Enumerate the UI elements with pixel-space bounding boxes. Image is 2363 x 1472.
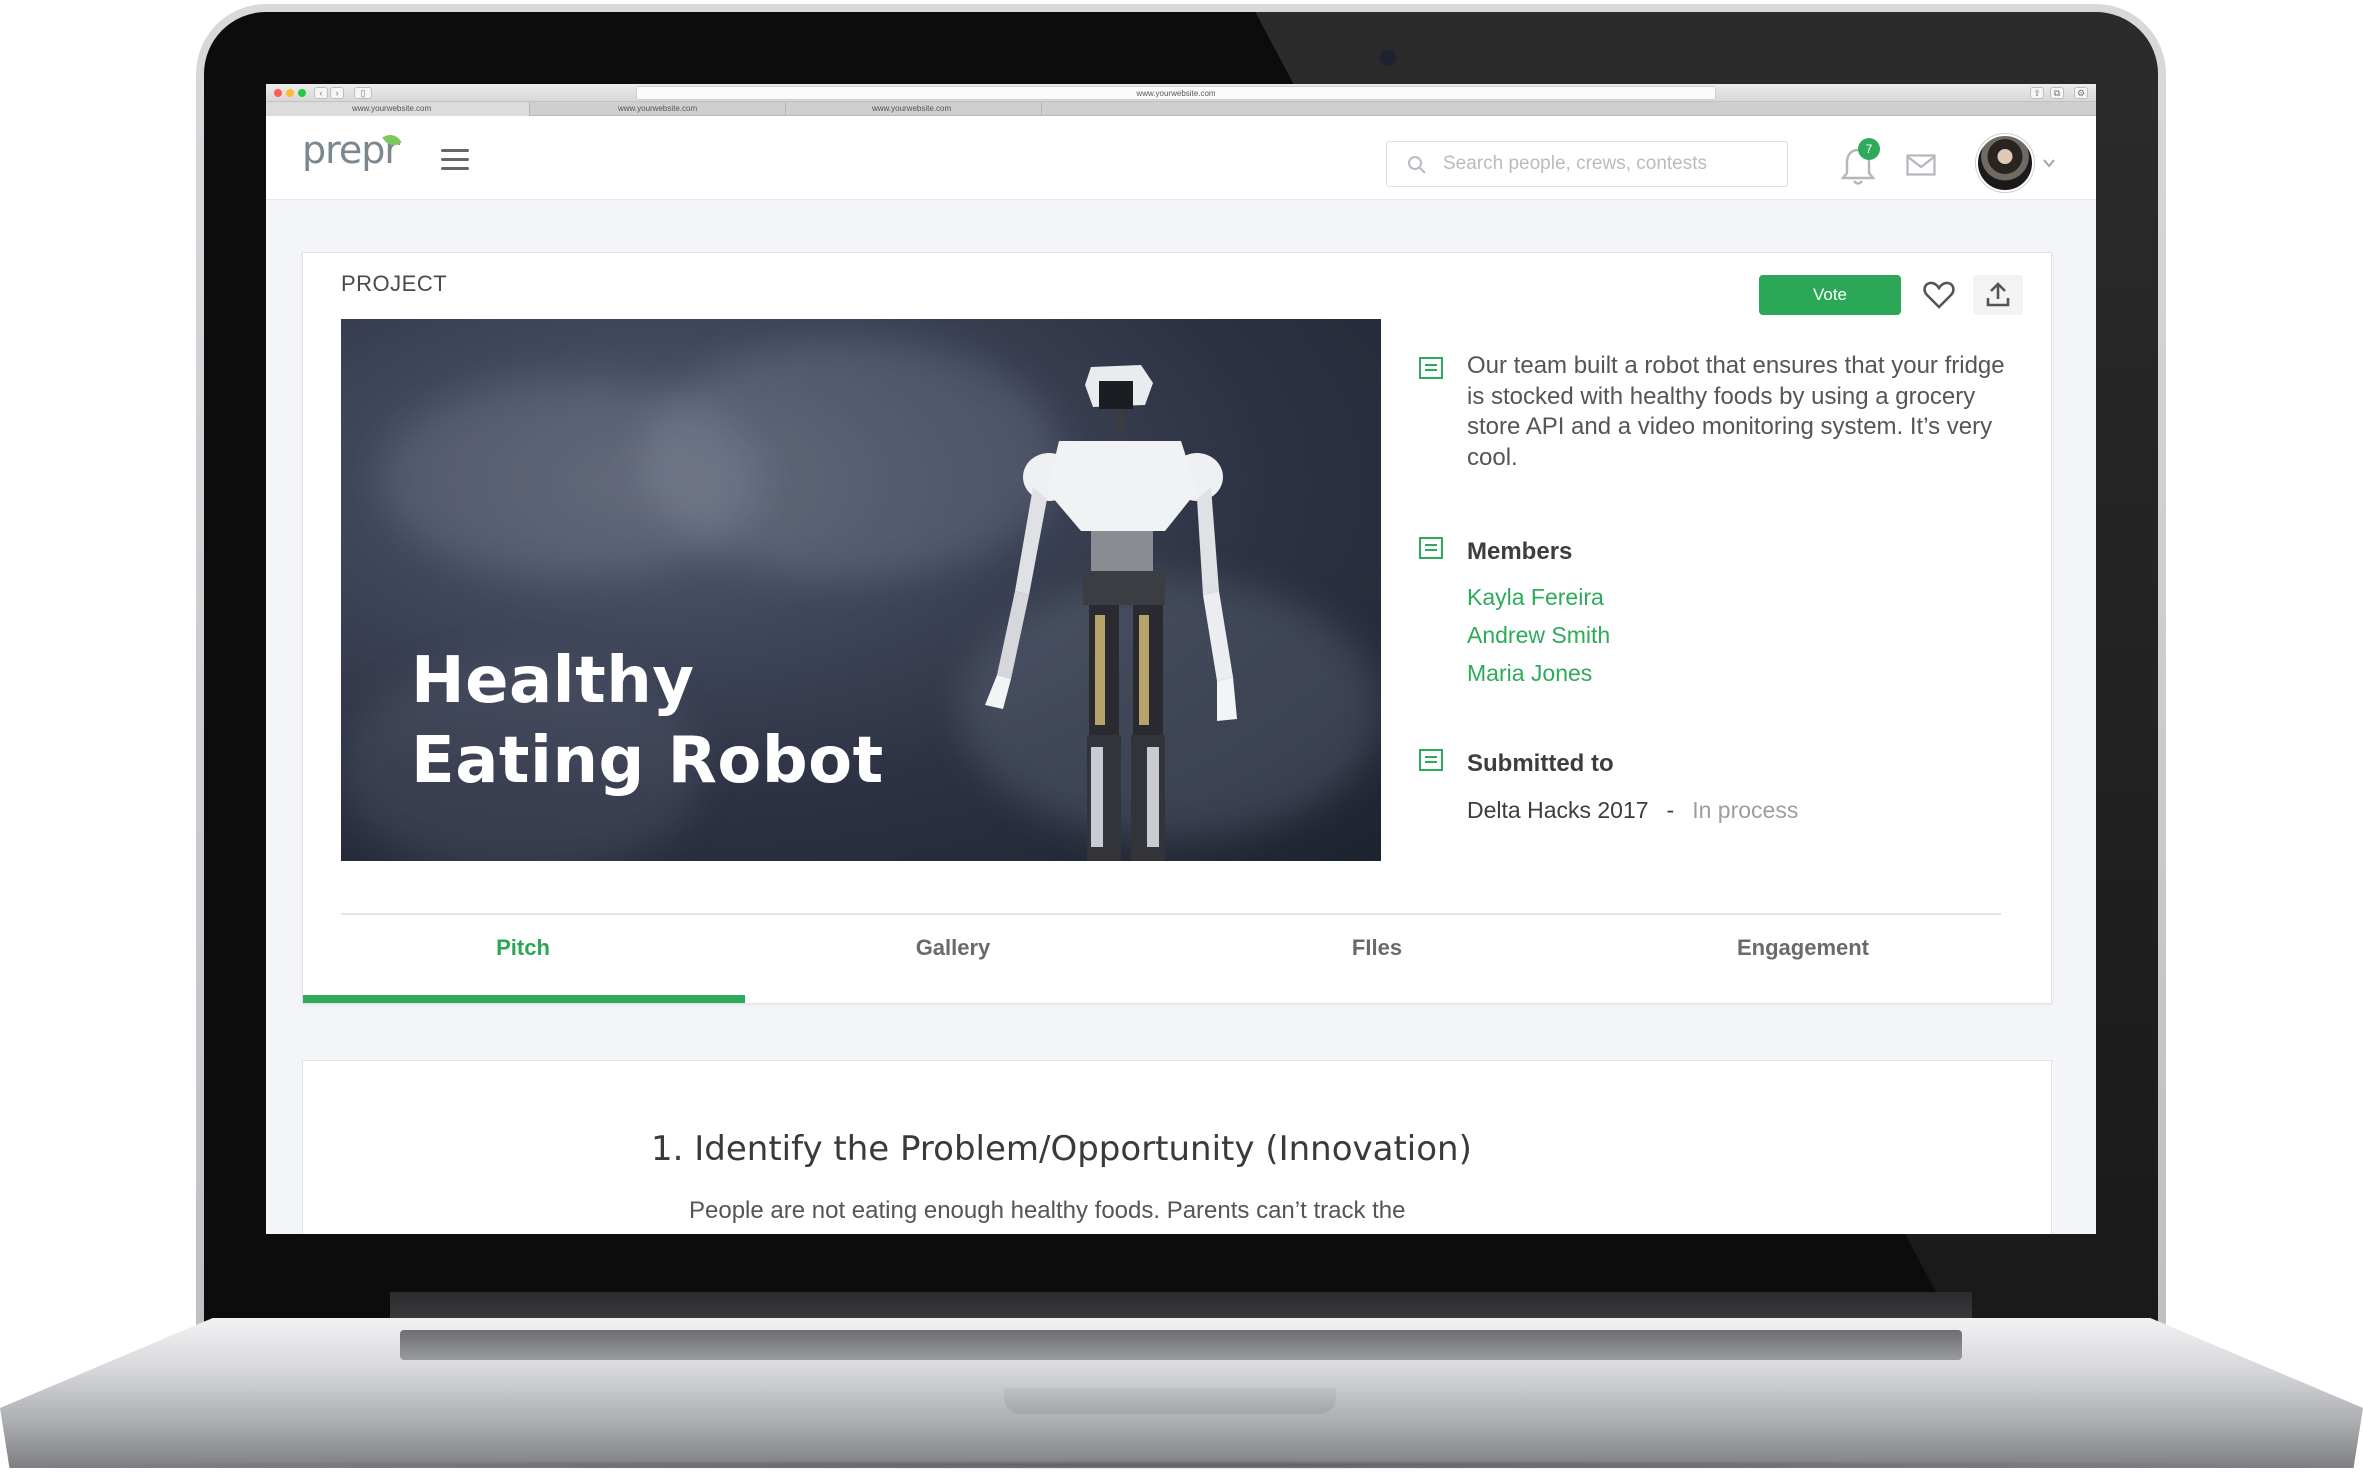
active-tab-indicator: [303, 995, 745, 1003]
settings-icon[interactable]: ⚙: [2074, 87, 2088, 99]
avatar[interactable]: [1976, 134, 2034, 192]
forward-icon[interactable]: ›: [330, 87, 344, 99]
members-heading: Members: [1467, 538, 1573, 565]
document-icon: [1419, 357, 1443, 379]
tab-files[interactable]: FIles: [1157, 935, 1597, 961]
browser-tab-strip: www.yourwebsite.com www.yourwebsite.com …: [266, 102, 2096, 116]
vote-button[interactable]: Vote: [1759, 275, 1901, 315]
zoom-window-icon[interactable]: [298, 89, 306, 97]
submitted-heading: Submitted to: [1467, 750, 1614, 777]
project-card: PROJECT Vote Healthy Eating Robot Our te…: [302, 252, 2052, 1004]
member-link[interactable]: Kayla Fereira: [1467, 584, 1604, 611]
project-title: Healthy Eating Robot: [411, 644, 884, 798]
tab-gallery[interactable]: Gallery: [733, 935, 1173, 961]
menu-icon[interactable]: [441, 149, 469, 171]
trackpad-notch: [1004, 1388, 1336, 1414]
submitted-separator: -: [1666, 797, 1675, 823]
members-icon: [1419, 537, 1443, 559]
member-link[interactable]: Maria Jones: [1467, 660, 1592, 687]
pitch-text: People are not eating enough healthy foo…: [689, 1197, 1406, 1224]
back-icon[interactable]: ‹: [314, 87, 328, 99]
prepr-logo[interactable]: prepr: [302, 128, 402, 184]
close-window-icon[interactable]: [274, 89, 282, 97]
share-page-icon[interactable]: ⇧: [2030, 87, 2044, 99]
chevron-down-icon[interactable]: [2042, 156, 2056, 170]
upload-icon: [1986, 282, 2010, 307]
status-badge: In process: [1692, 797, 1799, 823]
submitted-row: Delta Hacks 2017- In process: [1467, 797, 1798, 824]
robot-illustration: [985, 365, 1237, 861]
tabs-divider: [341, 913, 2001, 915]
browser-tab[interactable]: www.yourwebsite.com: [786, 102, 1042, 116]
pitch-heading: 1. Identify the Problem/Opportunity (Inn…: [651, 1129, 1472, 1169]
camera-icon: [1380, 50, 1396, 66]
pitch-card: 1. Identify the Problem/Opportunity (Inn…: [302, 1060, 2052, 1234]
laptop-shadow: [10, 1460, 2353, 1470]
project-description: Our team built a robot that ensures that…: [1467, 352, 2005, 471]
project-label: PROJECT: [341, 271, 448, 296]
submitted-event[interactable]: Delta Hacks 2017: [1467, 797, 1649, 823]
tabs-overview-icon[interactable]: ⧉: [2050, 87, 2064, 99]
app-header: prepr Search people, crews, contests 7: [266, 116, 2096, 200]
notification-badge: 7: [1858, 138, 1880, 160]
browser-toolbar: ‹ › ▯ www.yourwebsite.com ⇧ ⧉ ⚙: [266, 84, 2096, 102]
project-hero-image: Healthy Eating Robot: [341, 319, 1381, 861]
screen: ‹ › ▯ www.yourwebsite.com ⇧ ⧉ ⚙ www.your…: [266, 84, 2096, 1234]
address-bar[interactable]: www.yourwebsite.com: [636, 86, 1716, 100]
minimize-window-icon[interactable]: [286, 89, 294, 97]
trophy-icon: [1419, 749, 1443, 771]
share-button[interactable]: [1973, 275, 2023, 315]
member-link[interactable]: Andrew Smith: [1467, 622, 1610, 649]
search-placeholder: Search people, crews, contests: [1443, 153, 1708, 174]
search-input[interactable]: Search people, crews, contests: [1386, 141, 1788, 187]
sidebar-icon[interactable]: ▯: [354, 87, 372, 99]
heart-icon[interactable]: [1919, 275, 1959, 315]
keyboard-edge: [400, 1330, 1962, 1360]
browser-tab[interactable]: www.yourwebsite.com: [266, 102, 530, 116]
tab-pitch[interactable]: Pitch: [303, 935, 743, 961]
address-bar-text: www.yourwebsite.com: [1136, 89, 1216, 98]
logo-text: prepr: [302, 128, 400, 172]
tab-engagement[interactable]: Engagement: [1583, 935, 2023, 961]
mail-icon[interactable]: [1906, 154, 1936, 176]
browser-tab[interactable]: www.yourwebsite.com: [530, 102, 786, 116]
search-icon: [1408, 156, 1426, 174]
